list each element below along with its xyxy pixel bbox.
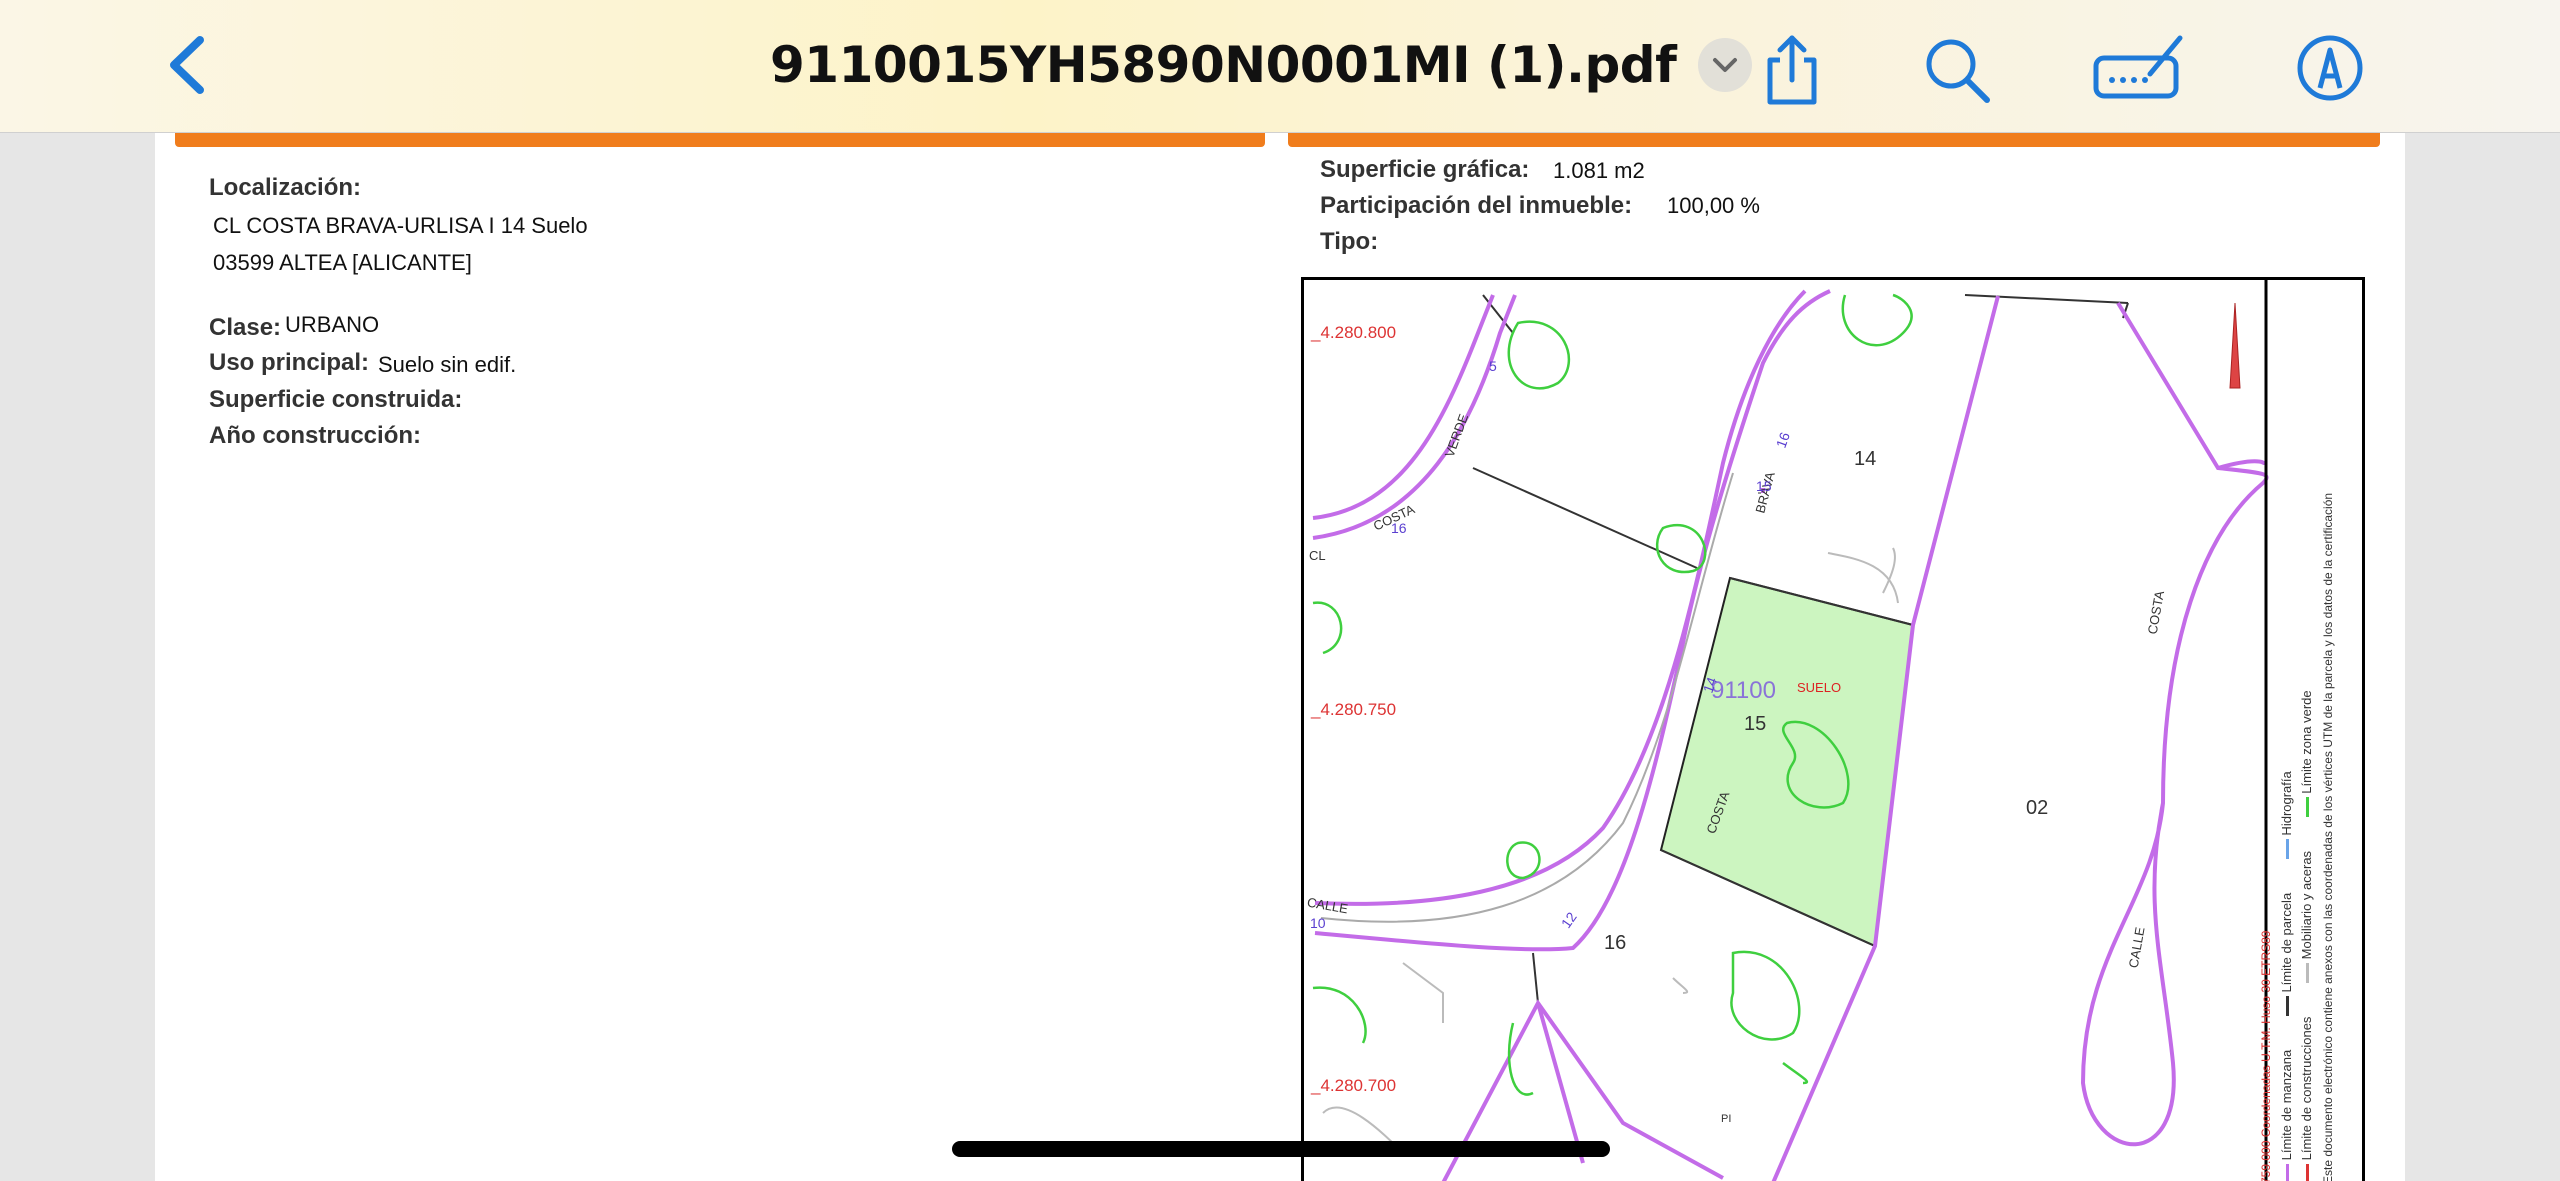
north-arrow: [2229, 302, 2241, 389]
share-icon: [1767, 35, 1817, 105]
cadastral-map: _4.280.800 _4.280.750 _4.280.700 14 15 1…: [1301, 277, 2365, 1181]
legend-note: Este documento electrónico contiene anex…: [2321, 492, 2335, 1181]
house-number-5: 5: [1489, 358, 1497, 374]
search-button[interactable]: [1917, 30, 1997, 110]
parcel-label-15: 15: [1744, 713, 1767, 735]
tipo-label: Tipo:: [1320, 228, 1379, 255]
legend-zona-verde: Límite zona verde: [2299, 690, 2314, 794]
suelo-label: SUELO: [1797, 680, 1842, 695]
parcel-15-shape: [1659, 576, 1915, 948]
superficie-construida-label: Superficie construida:: [209, 386, 463, 413]
chevron-down-icon: [1713, 58, 1738, 72]
house-number-16a: 16: [1391, 520, 1407, 536]
coord-label-3: _4.280.700: [1311, 1076, 1397, 1095]
parcel-label-16: 16: [1604, 932, 1627, 954]
section-header-band-left: [175, 133, 1265, 147]
pi-label: PI: [1721, 1113, 1732, 1125]
clase-label: Clase:: [209, 314, 282, 341]
document-title-group[interactable]: 9110015YH5890N0001MI (1).pdf: [770, 30, 1753, 100]
markup-icon: [2093, 35, 2183, 99]
coord-label-2: _4.280.750: [1311, 700, 1397, 719]
legend-parcela: Límite de parcela: [2279, 892, 2294, 993]
street-label-cl: CL: [1309, 548, 1326, 563]
legend-manzana: Límite de manzana: [2279, 1049, 2294, 1161]
parcel-label-02: 02: [2026, 797, 2049, 819]
superficie-grafica-label: Superficie gráfica:: [1320, 156, 1530, 183]
legend-mobiliario: Mobiliario y aceras: [2299, 850, 2314, 960]
participacion-label: Participación del inmueble:: [1320, 192, 1633, 219]
search-icon: [1926, 39, 1990, 103]
localizacion-label: Localización:: [209, 174, 362, 201]
superficie-grafica-value: 1.081 m2: [1553, 158, 1645, 183]
house-number-15: 15: [1756, 478, 1772, 494]
uso-principal-label: Uso principal:: [209, 349, 370, 376]
coord-label-1: _4.280.800: [1311, 323, 1397, 342]
cadastral-ref-label: 91100: [1711, 677, 1776, 704]
participacion-value: 100,00 %: [1667, 193, 1760, 218]
legend-construcciones: Límite de construcciones: [2299, 1016, 2314, 1161]
legend-hidrografia: Hidrografía: [2279, 771, 2294, 836]
title-menu-button[interactable]: [1698, 38, 1753, 92]
uso-principal-value: Suelo sin edif.: [378, 352, 517, 377]
markup-button[interactable]: [2090, 30, 2190, 110]
map-legend: Límite de manzana Límite de parcela Hidr…: [2259, 284, 2359, 1181]
home-indicator[interactable]: [952, 1141, 1610, 1157]
section-header-band-right: [1288, 133, 2380, 147]
anio-construccion-label: Año construcción:: [209, 422, 422, 449]
parcel-label-14: 14: [1854, 448, 1877, 470]
address-line-2: 03599 ALTEA [ALICANTE]: [213, 250, 472, 275]
clase-value: URBANO: [285, 312, 380, 337]
coords-note: 759.000 Coordenadas U.T.M. Huso 30 ETRS8…: [2259, 930, 2273, 1181]
annotate-button[interactable]: [2290, 30, 2370, 110]
back-button[interactable]: [160, 30, 220, 100]
document-title[interactable]: 9110015YH5890N0001MI (1).pdf: [770, 36, 1677, 94]
house-number-10: 10: [1310, 915, 1326, 931]
back-icon: [170, 36, 204, 94]
share-button[interactable]: [1752, 30, 1832, 110]
address-line-1: CL COSTA BRAVA-URLISA I 14 Suelo: [213, 213, 588, 238]
pen-icon: [2297, 35, 2363, 101]
navigation-bar: 9110015YH5890N0001MI (1).pdf: [0, 0, 2560, 133]
